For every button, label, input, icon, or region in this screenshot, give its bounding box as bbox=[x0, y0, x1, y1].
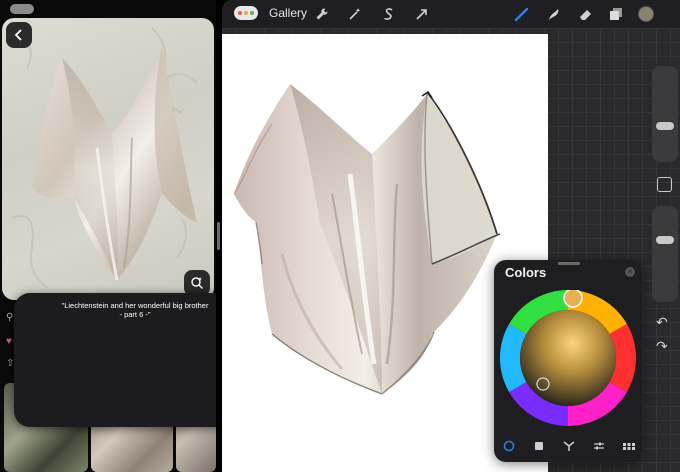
classic-tab[interactable] bbox=[532, 439, 546, 453]
disc-tab[interactable] bbox=[502, 439, 516, 453]
undo-icon[interactable]: ↶ bbox=[656, 314, 668, 331]
procreate-pane: Gallery ↶ ↷ Colors × bbox=[222, 0, 680, 472]
color-wheel bbox=[499, 288, 637, 426]
popup-caption: "Liechtenstein and her wonderful big bro… bbox=[61, 301, 209, 319]
transform-button[interactable] bbox=[412, 4, 432, 24]
reference-photo[interactable] bbox=[2, 18, 214, 300]
disc-icon bbox=[503, 440, 515, 452]
redo-icon[interactable]: ↷ bbox=[656, 338, 668, 355]
wrench-icon bbox=[316, 8, 328, 20]
brush-size-knob[interactable] bbox=[656, 122, 674, 130]
modify-button[interactable] bbox=[657, 177, 672, 192]
screen: ⚲ ♥ ⇧ "Liechtenstein and her wonderful b… bbox=[0, 0, 680, 472]
brush-icon bbox=[514, 7, 529, 22]
magic-wand-icon bbox=[349, 8, 361, 20]
sliders-icon bbox=[594, 442, 604, 450]
actions-button[interactable] bbox=[312, 4, 332, 24]
colors-panel: Colors × bbox=[494, 260, 642, 462]
brush-button[interactable] bbox=[512, 4, 532, 24]
reference-app-pane: ⚲ ♥ ⇧ "Liechtenstein and her wonderful b… bbox=[0, 0, 216, 472]
colors-title: Colors bbox=[505, 265, 547, 280]
colors-tab-bar bbox=[494, 436, 642, 456]
caption-popup: "Liechtenstein and her wonderful big bro… bbox=[14, 293, 216, 427]
heart-icon[interactable]: ♥ bbox=[6, 336, 12, 347]
current-color-swatch bbox=[638, 6, 654, 22]
chevron-left-icon bbox=[14, 29, 22, 41]
harmony-icon bbox=[563, 441, 575, 451]
search-icon[interactable]: ⚲ bbox=[6, 312, 13, 323]
selection-s-icon bbox=[384, 8, 393, 20]
adjustments-button[interactable] bbox=[345, 4, 365, 24]
classic-square-icon bbox=[535, 442, 543, 450]
multitask-menu-button[interactable] bbox=[234, 6, 258, 20]
procreate-sidebar: ↶ ↷ bbox=[652, 66, 678, 366]
eraser-button[interactable] bbox=[576, 4, 596, 24]
palettes-tab[interactable] bbox=[622, 439, 636, 453]
multitask-pill[interactable] bbox=[10, 4, 34, 14]
layers-icon bbox=[610, 8, 622, 20]
procreate-toolbar: Gallery bbox=[222, 0, 680, 28]
smudge-icon bbox=[549, 9, 559, 20]
eraser-icon bbox=[580, 10, 591, 20]
opacity-slider[interactable] bbox=[652, 206, 678, 302]
split-view-divider[interactable] bbox=[217, 222, 220, 250]
smudge-button[interactable] bbox=[544, 4, 564, 24]
layers-button[interactable] bbox=[606, 4, 626, 24]
visual-lookup-icon bbox=[191, 277, 203, 289]
opacity-knob[interactable] bbox=[656, 236, 674, 244]
value-tab[interactable] bbox=[592, 439, 606, 453]
color-swatch-button[interactable] bbox=[636, 4, 656, 24]
close-icon[interactable]: × bbox=[625, 267, 635, 277]
hue-picker[interactable] bbox=[563, 288, 583, 308]
arrow-cursor-icon bbox=[416, 9, 427, 20]
harmony-tab[interactable] bbox=[562, 439, 576, 453]
fabric-photo-illustration bbox=[11, 27, 198, 289]
gallery-button[interactable]: Gallery bbox=[269, 6, 307, 20]
brush-size-slider[interactable] bbox=[652, 66, 678, 162]
palette-grid-icon bbox=[623, 443, 635, 450]
colors-panel-grabber[interactable] bbox=[558, 262, 580, 265]
back-button[interactable] bbox=[6, 22, 32, 48]
left-status-bar bbox=[0, 0, 216, 18]
color-disc[interactable] bbox=[499, 288, 637, 431]
selection-button[interactable] bbox=[379, 4, 399, 24]
